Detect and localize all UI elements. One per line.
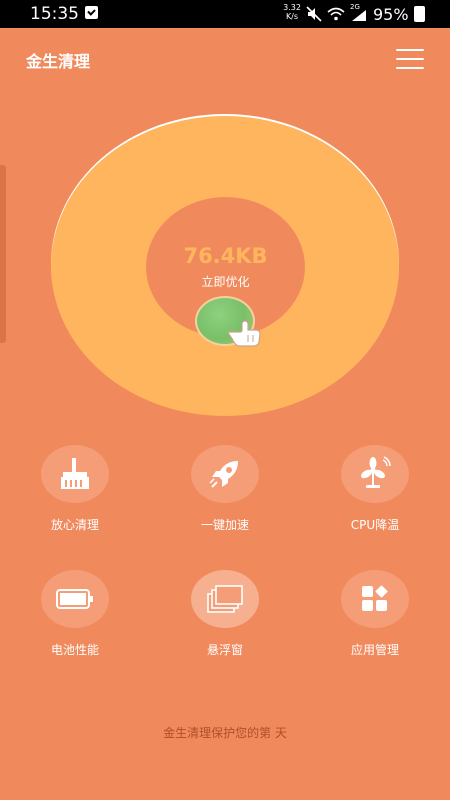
fan-icon [361,456,391,488]
feature-boost[interactable]: 一键加速 [165,445,285,533]
feature-icon-circle [41,445,109,503]
feature-floating-window[interactable]: 悬浮窗 [165,570,285,658]
feature-label: 悬浮窗 [206,643,243,657]
menu-line [396,58,424,60]
feature-icon-circle [341,445,409,503]
junk-size-value: 76.4KB [183,244,268,268]
floating-window-icon [207,585,243,613]
app-title: 金生清理 [26,52,91,71]
pointing-hand-icon [227,320,261,347]
menu-line [396,49,424,51]
status-bar: 15:35 3.32 K/s 2G 95% [0,0,450,28]
battery-icon [56,589,93,609]
feature-label: 放心清理 [50,518,99,532]
optimize-label[interactable]: 立即优化 [146,273,305,290]
feature-icon-circle [191,570,259,628]
feature-label: 应用管理 [350,643,399,657]
signal-icon [352,10,366,21]
feature-icon-circle [191,445,259,503]
broom-icon [61,458,89,489]
feature-app-manage[interactable]: 应用管理 [315,570,435,658]
network-speed-unit: K/s [285,12,299,21]
network-speed: 3.32 K/s [281,3,303,21]
feature-label: 一键加速 [200,518,249,532]
rocket-icon [209,461,238,488]
feature-icon-circle [341,570,409,628]
battery-percent: 95% [373,4,409,24]
feature-safe-clean[interactable]: 放心清理 [15,445,135,533]
feature-label: 电池性能 [50,643,99,657]
protection-days-note: 金生清理保护您的第 天 [163,726,287,740]
status-time: 15:35 [30,4,79,24]
side-drawer-handle[interactable] [0,165,6,343]
feature-label: CPU降温 [350,518,400,532]
app-grid-icon [362,585,388,611]
feature-icon-circle [41,570,109,628]
feature-cpu-cool[interactable]: CPU降温 [315,445,435,533]
feature-battery[interactable]: 电池性能 [15,570,135,658]
network-speed-value: 3.32 [283,3,301,12]
menu-button[interactable] [396,48,426,70]
cellular-signal: 2G [350,3,368,22]
charging-battery-icon [413,6,425,22]
wifi-icon [327,7,345,21]
menu-line [396,67,424,69]
notification-icon [85,6,98,19]
mute-icon [306,6,322,22]
status-icons: 2G 95% [306,3,425,24]
